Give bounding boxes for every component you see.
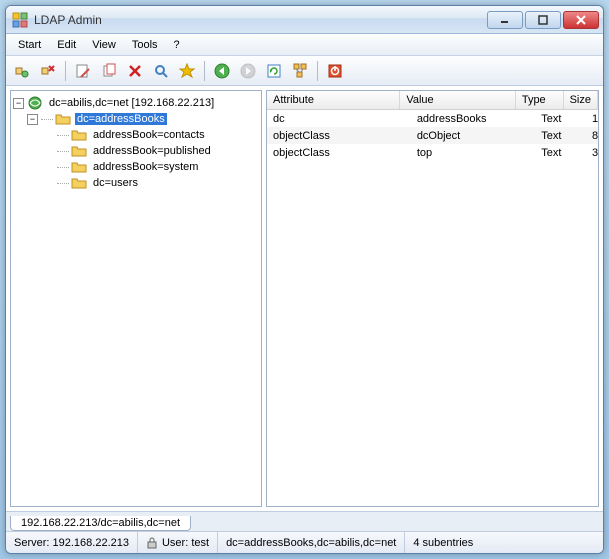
attribute-row[interactable]: objectClass dcObject Text 8	[267, 127, 598, 144]
titlebar: LDAP Admin	[6, 6, 603, 34]
refresh-button[interactable]	[262, 59, 286, 83]
tree-connector	[57, 151, 69, 152]
menu-edit[interactable]: Edit	[49, 37, 84, 53]
attributes-pane: Attribute Value Type Size dc addressBook…	[266, 90, 599, 507]
minimize-button[interactable]	[487, 11, 523, 29]
tree-node-label: addressBook=published	[91, 145, 213, 157]
menubar: Start Edit View Tools ?	[6, 34, 603, 56]
status-server-label: Server: 192.168.22.213	[14, 537, 129, 549]
tree-root[interactable]: − dc=abilis,dc=net [192.168.22.213]	[13, 95, 259, 111]
tree-node-label: addressBook=contacts	[91, 129, 207, 141]
connection-tab[interactable]: 192.168.22.213/dc=abilis,dc=net	[10, 516, 191, 531]
attr-type: Text	[535, 113, 586, 125]
toolbar-separator	[65, 61, 66, 81]
collapse-icon[interactable]: −	[27, 114, 38, 125]
status-dn: dc=addressBooks,dc=abilis,dc=net	[218, 532, 405, 553]
menu-help[interactable]: ?	[166, 37, 188, 53]
col-attribute[interactable]: Attribute	[267, 91, 400, 109]
lock-icon	[146, 537, 158, 549]
server-icon	[27, 95, 43, 111]
app-icon	[12, 12, 28, 28]
status-user-label: User: test	[162, 537, 209, 549]
connect-button[interactable]	[10, 59, 34, 83]
folder-icon	[55, 111, 71, 127]
attr-value: dcObject	[411, 130, 535, 142]
app-window: LDAP Admin Start Edit View Tools ?	[5, 5, 604, 554]
tree-node[interactable]: addressBook=contacts	[13, 127, 259, 143]
toolbar	[6, 56, 603, 86]
collapse-icon[interactable]: −	[13, 98, 24, 109]
tree-node[interactable]: dc=users	[13, 175, 259, 191]
search-button[interactable]	[149, 59, 173, 83]
menu-start[interactable]: Start	[10, 37, 49, 53]
col-size[interactable]: Size	[564, 91, 598, 109]
status-count: 4 subentries	[405, 532, 481, 553]
attr-name: objectClass	[267, 147, 411, 159]
attributes-header: Attribute Value Type Size	[267, 91, 598, 110]
modify-button[interactable]	[175, 59, 199, 83]
status-count-label: 4 subentries	[413, 537, 473, 549]
delete-entry-button[interactable]	[123, 59, 147, 83]
tree-node-selected[interactable]: − dc=addressBooks	[13, 111, 259, 127]
tabstrip: 192.168.22.213/dc=abilis,dc=net	[6, 511, 603, 531]
menu-view[interactable]: View	[84, 37, 124, 53]
forward-button[interactable]	[236, 59, 260, 83]
attr-value: addressBooks	[411, 113, 535, 125]
attr-size: 12	[586, 113, 598, 125]
tree-node-label: dc=users	[91, 177, 140, 189]
tree-connector	[57, 135, 69, 136]
ldap-tree: − dc=abilis,dc=net [192.168.22.213] − dc…	[11, 91, 261, 195]
attr-name: dc	[267, 113, 411, 125]
status-user: User: test	[138, 532, 218, 553]
folder-icon	[71, 159, 87, 175]
folder-icon	[71, 127, 87, 143]
close-button[interactable]	[563, 11, 599, 29]
tree-connector	[57, 183, 69, 184]
copy-entry-button[interactable]	[97, 59, 121, 83]
tree-pane: − dc=abilis,dc=net [192.168.22.213] − dc…	[10, 90, 262, 507]
exit-button[interactable]	[323, 59, 347, 83]
attr-size: 3	[586, 147, 598, 159]
statusbar: Server: 192.168.22.213 User: test dc=add…	[6, 531, 603, 553]
schema-button[interactable]	[288, 59, 312, 83]
content-area: − dc=abilis,dc=net [192.168.22.213] − dc…	[10, 90, 599, 507]
back-button[interactable]	[210, 59, 234, 83]
col-value[interactable]: Value	[400, 91, 516, 109]
status-dn-label: dc=addressBooks,dc=abilis,dc=net	[226, 537, 396, 549]
attribute-row[interactable]: dc addressBooks Text 12	[267, 110, 598, 127]
attr-type: Text	[535, 147, 586, 159]
window-title: LDAP Admin	[34, 13, 485, 27]
edit-entry-button[interactable]	[71, 59, 95, 83]
attr-size: 8	[586, 130, 598, 142]
folder-icon	[71, 175, 87, 191]
attributes-body: dc addressBooks Text 12 objectClass dcOb…	[267, 110, 598, 506]
tree-selected-label: dc=addressBooks	[75, 113, 167, 125]
status-server: Server: 192.168.22.213	[6, 532, 138, 553]
attribute-row[interactable]: objectClass top Text 3	[267, 144, 598, 161]
maximize-button[interactable]	[525, 11, 561, 29]
tree-connector	[57, 167, 69, 168]
tree-node[interactable]: addressBook=published	[13, 143, 259, 159]
tree-root-label: dc=abilis,dc=net [192.168.22.213]	[47, 97, 216, 109]
toolbar-separator	[204, 61, 205, 81]
menu-tools[interactable]: Tools	[124, 37, 166, 53]
attr-value: top	[411, 147, 535, 159]
folder-icon	[71, 143, 87, 159]
tree-connector	[41, 119, 53, 120]
toolbar-separator	[317, 61, 318, 81]
tree-node-label: addressBook=system	[91, 161, 200, 173]
tree-node[interactable]: addressBook=system	[13, 159, 259, 175]
attr-name: objectClass	[267, 130, 411, 142]
disconnect-button[interactable]	[36, 59, 60, 83]
col-type[interactable]: Type	[516, 91, 564, 109]
attr-type: Text	[535, 130, 586, 142]
